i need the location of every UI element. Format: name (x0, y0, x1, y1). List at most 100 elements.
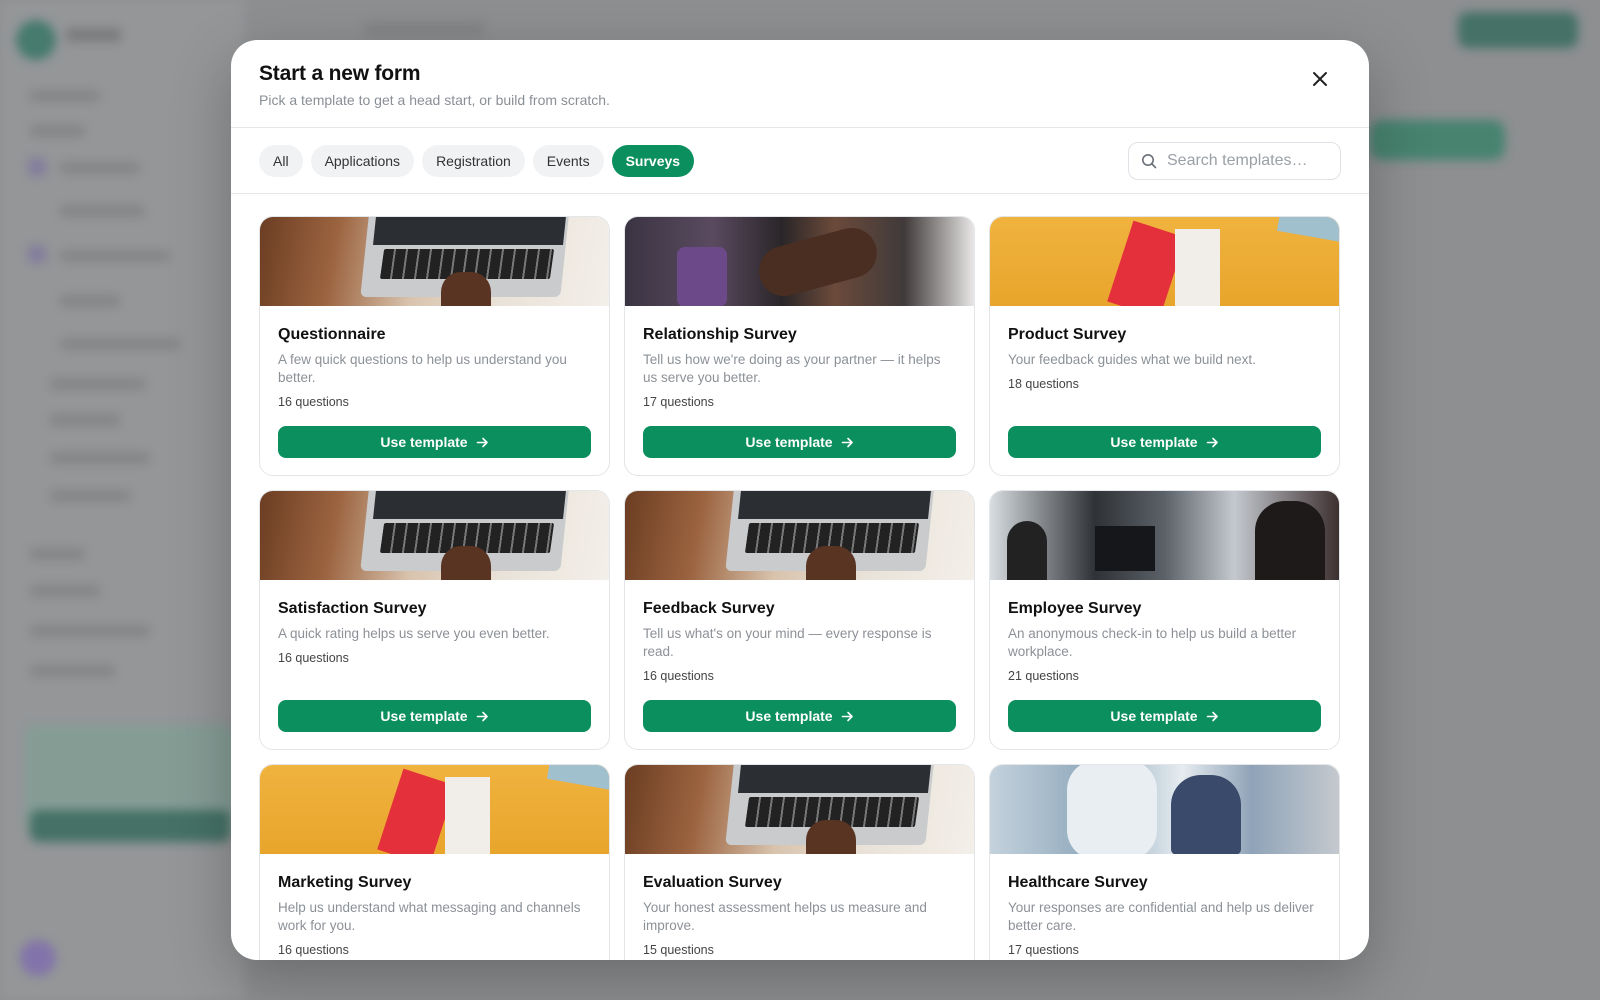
use-template-button[interactable]: Use template (1008, 426, 1321, 458)
template-question-count: 16 questions (278, 943, 349, 957)
close-button[interactable] (1305, 64, 1335, 94)
template-question-count: 17 questions (643, 395, 714, 409)
background-nav-line (60, 295, 120, 307)
background-nav-dot (28, 245, 46, 263)
template-description: A quick rating helps us serve you even b… (278, 626, 550, 641)
office-image (990, 491, 1339, 580)
template-card-employee-survey[interactable]: Employee Survey An anonymous check-in to… (989, 490, 1340, 750)
use-template-button[interactable]: Use template (278, 700, 591, 732)
template-title: Marketing Survey (278, 874, 412, 891)
template-question-count: 15 questions (643, 943, 714, 957)
healthcare-image (990, 765, 1339, 854)
use-template-label: Use template (745, 708, 833, 724)
background-promo-button (30, 810, 230, 842)
arrow-right-icon (1206, 437, 1218, 447)
template-description: Help us understand what messaging and ch… (278, 900, 581, 933)
filter-chip-registration[interactable]: Registration (422, 144, 525, 177)
template-card-relationship-survey[interactable]: Relationship Survey Tell us how we're do… (624, 216, 975, 476)
new-form-modal: Start a new form Pick a template to get … (231, 40, 1369, 960)
template-title: Evaluation Survey (643, 874, 782, 891)
background-nav-line (30, 548, 85, 560)
filter-chip-applications[interactable]: Applications (310, 144, 415, 177)
template-card-evaluation-survey[interactable]: Evaluation Survey Your honest assessment… (624, 764, 975, 960)
filter-toolbar: All Applications Registration Events Sur… (231, 128, 1369, 194)
template-question-count: 16 questions (278, 395, 349, 409)
template-question-count: 17 questions (1008, 943, 1079, 957)
template-description: An anonymous check-in to help us build a… (1008, 626, 1297, 659)
use-template-button[interactable]: Use template (1008, 700, 1321, 732)
use-template-label: Use template (1110, 708, 1198, 724)
background-nav-line (50, 414, 120, 426)
background-top-button (1458, 12, 1578, 48)
template-title: Questionnaire (278, 326, 386, 343)
template-question-count: 21 questions (1008, 669, 1079, 683)
shopping-bags-image (990, 217, 1339, 306)
laptop-image (625, 765, 974, 854)
template-grid: Questionnaire A few quick questions to h… (231, 194, 1369, 960)
use-template-label: Use template (1110, 434, 1198, 450)
template-description: A few quick questions to help us underst… (278, 352, 567, 385)
background-nav-line (30, 585, 100, 597)
template-description: Tell us what's on your mind — every resp… (643, 626, 932, 659)
use-template-label: Use template (380, 708, 468, 724)
template-description: Your honest assessment helps us measure … (643, 900, 927, 933)
template-title: Product Survey (1008, 326, 1127, 343)
laptop-image (260, 217, 609, 306)
background-breadcrumb (365, 22, 485, 36)
background-logo-text (66, 28, 121, 42)
background-nav-line (50, 490, 130, 502)
background-nav-dot (28, 158, 46, 176)
background-primary-button (1370, 120, 1505, 160)
background-nav-line (60, 162, 140, 174)
background-nav-line (60, 250, 170, 262)
template-title: Relationship Survey (643, 326, 797, 343)
use-template-button[interactable]: Use template (643, 426, 956, 458)
filter-chip-surveys[interactable]: Surveys (611, 144, 695, 177)
filter-chip-events[interactable]: Events (532, 144, 604, 177)
arrow-right-icon (1206, 711, 1218, 721)
shopping-bags-image (260, 765, 609, 854)
template-description: Tell us how we're doing as your partner … (643, 352, 941, 385)
modal-subtitle: Pick a template to get a head start, or … (259, 92, 610, 108)
arrow-right-icon (841, 437, 853, 447)
background-nav-line (30, 90, 100, 102)
close-icon (1313, 72, 1327, 86)
use-template-button[interactable]: Use template (643, 700, 956, 732)
template-title: Feedback Survey (643, 600, 775, 617)
template-card-marketing-survey[interactable]: Marketing Survey Help us understand what… (259, 764, 610, 960)
background-nav-line (30, 665, 115, 677)
template-card-satisfaction-survey[interactable]: Satisfaction Survey A quick rating helps… (259, 490, 610, 750)
search-input[interactable] (1167, 151, 1327, 170)
template-card-healthcare-survey[interactable]: Healthcare Survey Your responses are con… (989, 764, 1340, 960)
template-card-feedback-survey[interactable]: Feedback Survey Tell us what's on your m… (624, 490, 975, 750)
template-question-count: 18 questions (1008, 377, 1079, 391)
template-description: Your responses are confidential and help… (1008, 900, 1314, 933)
template-title: Healthcare Survey (1008, 874, 1148, 891)
template-question-count: 16 questions (643, 669, 714, 683)
search-box[interactable] (1128, 141, 1341, 180)
template-card-questionnaire[interactable]: Questionnaire A few quick questions to h… (259, 216, 610, 476)
use-template-button[interactable]: Use template (278, 426, 591, 458)
modal-title: Start a new form (259, 62, 421, 85)
background-nav-line (30, 625, 150, 637)
use-template-label: Use template (380, 434, 468, 450)
arrow-right-icon (476, 437, 488, 447)
background-nav-line (60, 338, 180, 350)
arrow-right-icon (841, 711, 853, 721)
template-description: Your feedback guides what we build next. (1008, 352, 1256, 367)
background-nav-line (50, 378, 145, 390)
arrow-right-icon (476, 711, 488, 721)
laptop-image (625, 491, 974, 580)
use-template-label: Use template (745, 434, 833, 450)
template-title: Satisfaction Survey (278, 600, 427, 617)
template-title: Employee Survey (1008, 600, 1142, 617)
background-nav-line (60, 205, 145, 217)
background-nav-line (30, 125, 85, 137)
background-sidebar (0, 0, 245, 1000)
background-avatar (20, 940, 56, 976)
filter-chip-all[interactable]: All (259, 144, 303, 177)
template-question-count: 16 questions (278, 651, 349, 665)
search-icon (1142, 153, 1157, 168)
category-filters: All Applications Registration Events Sur… (259, 144, 695, 177)
template-card-product-survey[interactable]: Product Survey Your feedback guides what… (989, 216, 1340, 476)
